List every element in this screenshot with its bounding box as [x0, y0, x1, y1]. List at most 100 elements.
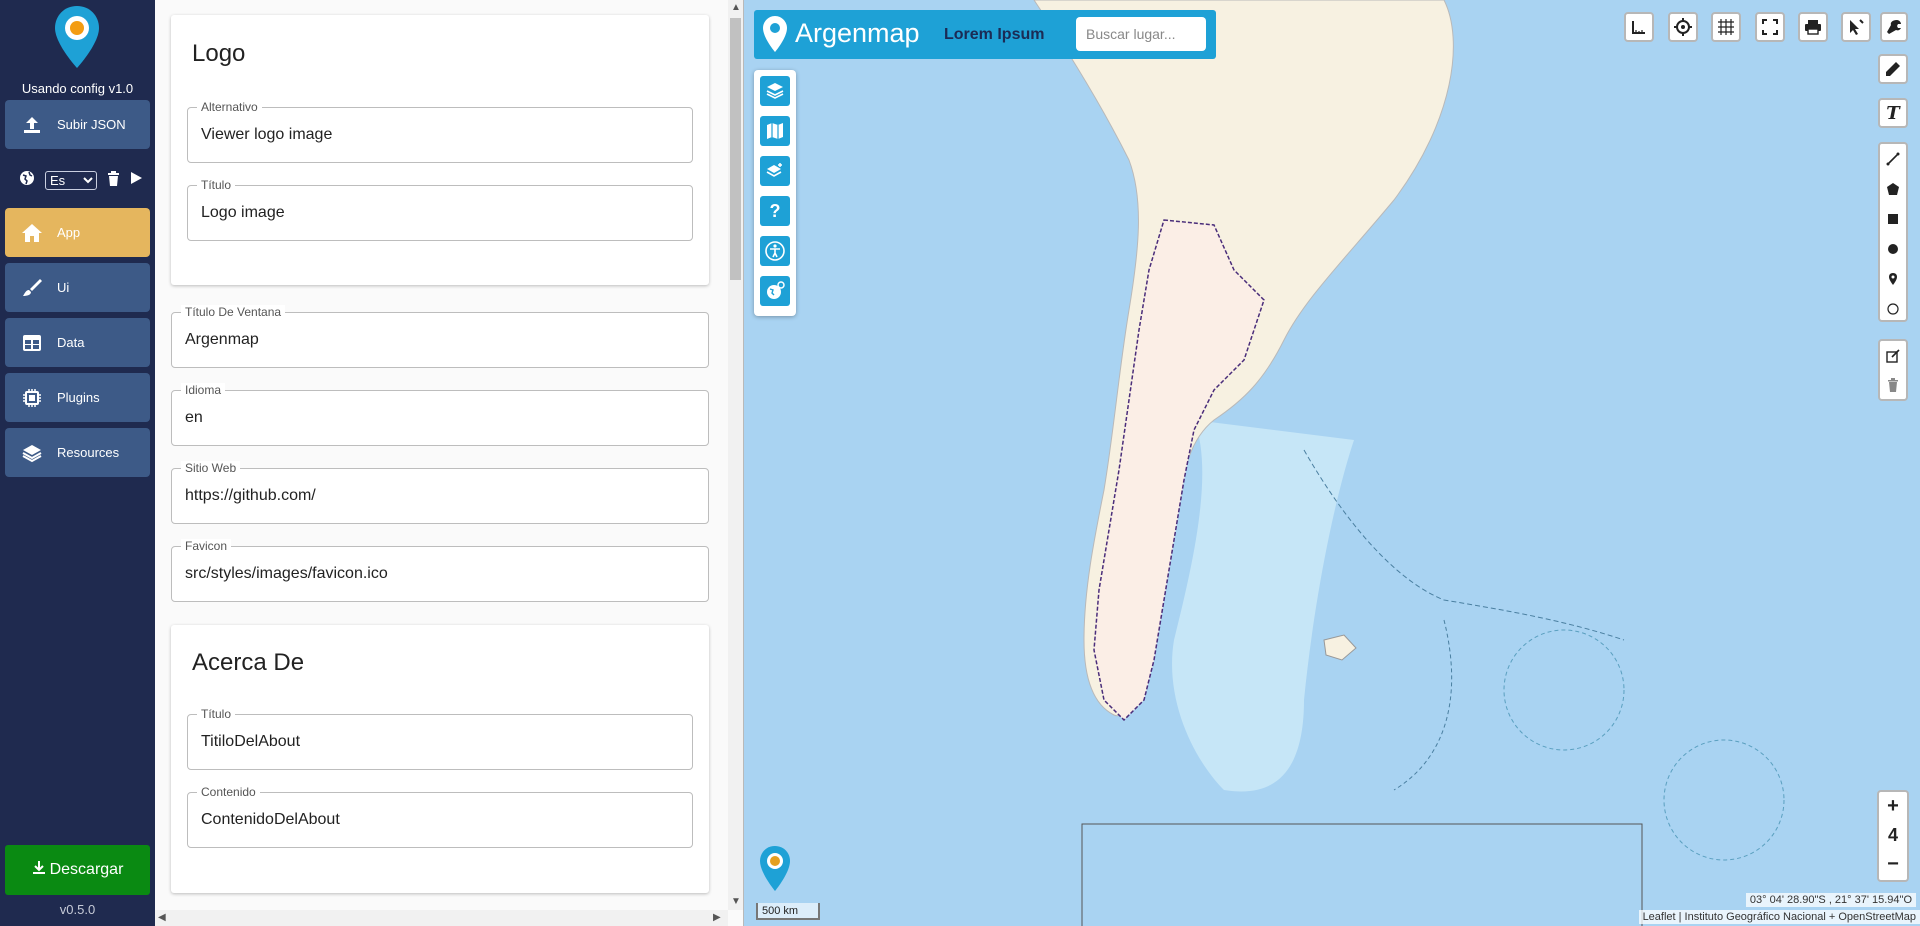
zoom-control: + 4 − — [1877, 790, 1909, 882]
form-vertical-scrollbar[interactable]: ▲ ▼ — [728, 0, 743, 910]
nav-plugins-button[interactable]: Plugins — [5, 373, 150, 422]
sidebar: Usando config v1.0 Subir JSON Es App Ui — [0, 0, 155, 926]
table-icon — [21, 332, 43, 354]
logo-alt-value: Viewer logo image — [201, 126, 333, 143]
map-coordinates: 03° 04' 28.90"S , 21° 37' 15.94"O — [1745, 893, 1916, 907]
map-location-pin-icon[interactable] — [758, 845, 792, 893]
draw-circle-marker-icon[interactable] — [1880, 294, 1906, 324]
upload-icon — [21, 114, 43, 136]
layers-icon[interactable] — [760, 76, 790, 106]
logo-alt-field[interactable]: Alternativo Viewer logo image — [187, 100, 693, 163]
map-scale-bar: 500 km — [756, 903, 820, 920]
nav-ui-label: Ui — [57, 280, 70, 295]
scroll-right-arrow-icon[interactable]: ▶ — [713, 912, 721, 923]
trash-icon[interactable] — [107, 170, 120, 191]
nav-ui-button[interactable]: Ui — [5, 263, 150, 312]
nav-plugins-label: Plugins — [57, 390, 100, 405]
map-brand-pin-icon — [763, 16, 787, 52]
chip-icon — [21, 387, 43, 409]
edit-tools-group — [1878, 339, 1908, 401]
pencil-icon[interactable] — [1878, 54, 1908, 84]
favicon-field[interactable]: Favicon src/styles/images/favicon.ico — [171, 539, 709, 602]
zoom-in-button[interactable]: + — [1879, 792, 1907, 821]
map-view[interactable]: Argenmap Lorem Ipsum Buscar lugar... ? T… — [744, 0, 1920, 926]
globe-icon — [19, 170, 35, 191]
argenmap-logo-icon — [55, 6, 99, 68]
nav-app-button[interactable]: App — [5, 208, 150, 257]
place-search-input[interactable]: Buscar lugar... — [1076, 17, 1206, 51]
about-card-title: Acerca De — [192, 649, 305, 676]
map-header-bar: Argenmap Lorem Ipsum Buscar lugar... — [754, 10, 1216, 59]
download-label: Descargar — [49, 861, 124, 878]
draw-line-icon[interactable] — [1880, 144, 1906, 174]
logo-title-label: Título — [197, 178, 236, 192]
form-horizontal-scrollbar[interactable]: ◀ ▶ — [155, 910, 728, 926]
globe-settings-icon[interactable] — [760, 276, 790, 306]
about-title-value: TitiloDelAbout — [201, 733, 301, 750]
zoom-level: 4 — [1887, 825, 1898, 845]
window-title-field[interactable]: Título De Ventana Argenmap — [171, 305, 709, 368]
accessibility-icon[interactable] — [760, 236, 790, 266]
delete-layers-icon[interactable] — [1880, 370, 1906, 400]
map-attribution[interactable]: Leaflet | Instituto Geográfico Nacional … — [1638, 910, 1920, 924]
draw-polygon-icon[interactable] — [1880, 174, 1906, 204]
grid-icon[interactable] — [1711, 12, 1741, 42]
scroll-up-arrow-icon[interactable]: ▲ — [731, 2, 741, 13]
about-title-field[interactable]: Título TitiloDelAbout — [187, 707, 693, 770]
language-value: en — [185, 409, 203, 426]
draw-rectangle-icon[interactable] — [1880, 204, 1906, 234]
favicon-value: src/styles/images/favicon.ico — [185, 565, 388, 582]
website-label: Sitio Web — [181, 461, 241, 475]
logo-title-field[interactable]: Título Logo image — [187, 178, 693, 241]
about-title-label: Título — [197, 707, 236, 721]
language-select[interactable]: Es — [45, 171, 97, 190]
logo-alt-label: Alternativo — [197, 100, 262, 114]
nav-resources-label: Resources — [57, 445, 120, 460]
favicon-label: Favicon — [181, 539, 232, 553]
logo-card-title: Logo — [192, 40, 246, 67]
config-version-label: Usando config v1.0 — [21, 81, 134, 96]
select-features-icon[interactable] — [1841, 12, 1871, 42]
map-base-layer — [744, 0, 1920, 926]
basemap-icon[interactable] — [760, 116, 790, 146]
nav-resources-button[interactable]: Resources — [5, 428, 150, 477]
draw-circle-icon[interactable] — [1880, 234, 1906, 264]
website-field[interactable]: Sitio Web https://github.com/ — [171, 461, 709, 524]
measure-icon[interactable] — [1624, 12, 1654, 42]
map-left-toolbar: ? — [754, 70, 796, 316]
nav-app-label: App — [57, 225, 81, 240]
upload-json-label: Subir JSON — [57, 117, 126, 132]
locate-icon[interactable] — [1668, 12, 1698, 42]
form-scroll-thumb[interactable] — [730, 18, 741, 280]
draw-marker-icon[interactable] — [1880, 264, 1906, 294]
brush-icon — [21, 277, 43, 299]
play-icon[interactable] — [130, 171, 143, 190]
layers-icon — [21, 442, 43, 464]
fullscreen-icon[interactable] — [1755, 12, 1785, 42]
window-title-value: Argenmap — [185, 331, 259, 348]
language-row: Es — [19, 170, 143, 191]
about-card: Acerca De Título TitiloDelAbout Contenid… — [171, 625, 709, 893]
version-label: v0.5.0 — [59, 902, 96, 917]
about-content-field[interactable]: Contenido ContenidoDelAbout — [187, 785, 693, 848]
print-icon[interactable] — [1798, 12, 1828, 42]
zoom-out-button[interactable]: − — [1879, 850, 1907, 879]
language-label: Idioma — [181, 383, 226, 397]
home-icon — [21, 222, 43, 244]
nav-data-button[interactable]: Data — [5, 318, 150, 367]
logo-card: Logo Alternativo Viewer logo image Títul… — [171, 15, 709, 285]
language-field[interactable]: Idioma en — [171, 383, 709, 446]
scroll-left-arrow-icon[interactable]: ◀ — [158, 912, 166, 923]
map-subtitle: Lorem Ipsum — [944, 26, 1045, 43]
logo-title-value: Logo image — [201, 204, 285, 221]
upload-json-button[interactable]: Subir JSON — [5, 100, 150, 149]
config-form-panel: Logo Alternativo Viewer logo image Títul… — [155, 0, 743, 926]
download-button[interactable]: Descargar — [5, 845, 150, 895]
wrench-icon[interactable] — [1880, 12, 1908, 42]
add-layer-icon[interactable] — [760, 156, 790, 186]
edit-layers-icon[interactable] — [1880, 341, 1906, 371]
about-content-label: Contenido — [197, 785, 260, 799]
help-icon[interactable]: ? — [760, 196, 790, 226]
text-tool-icon[interactable]: T — [1878, 98, 1908, 128]
scroll-down-arrow-icon[interactable]: ▼ — [731, 896, 741, 907]
